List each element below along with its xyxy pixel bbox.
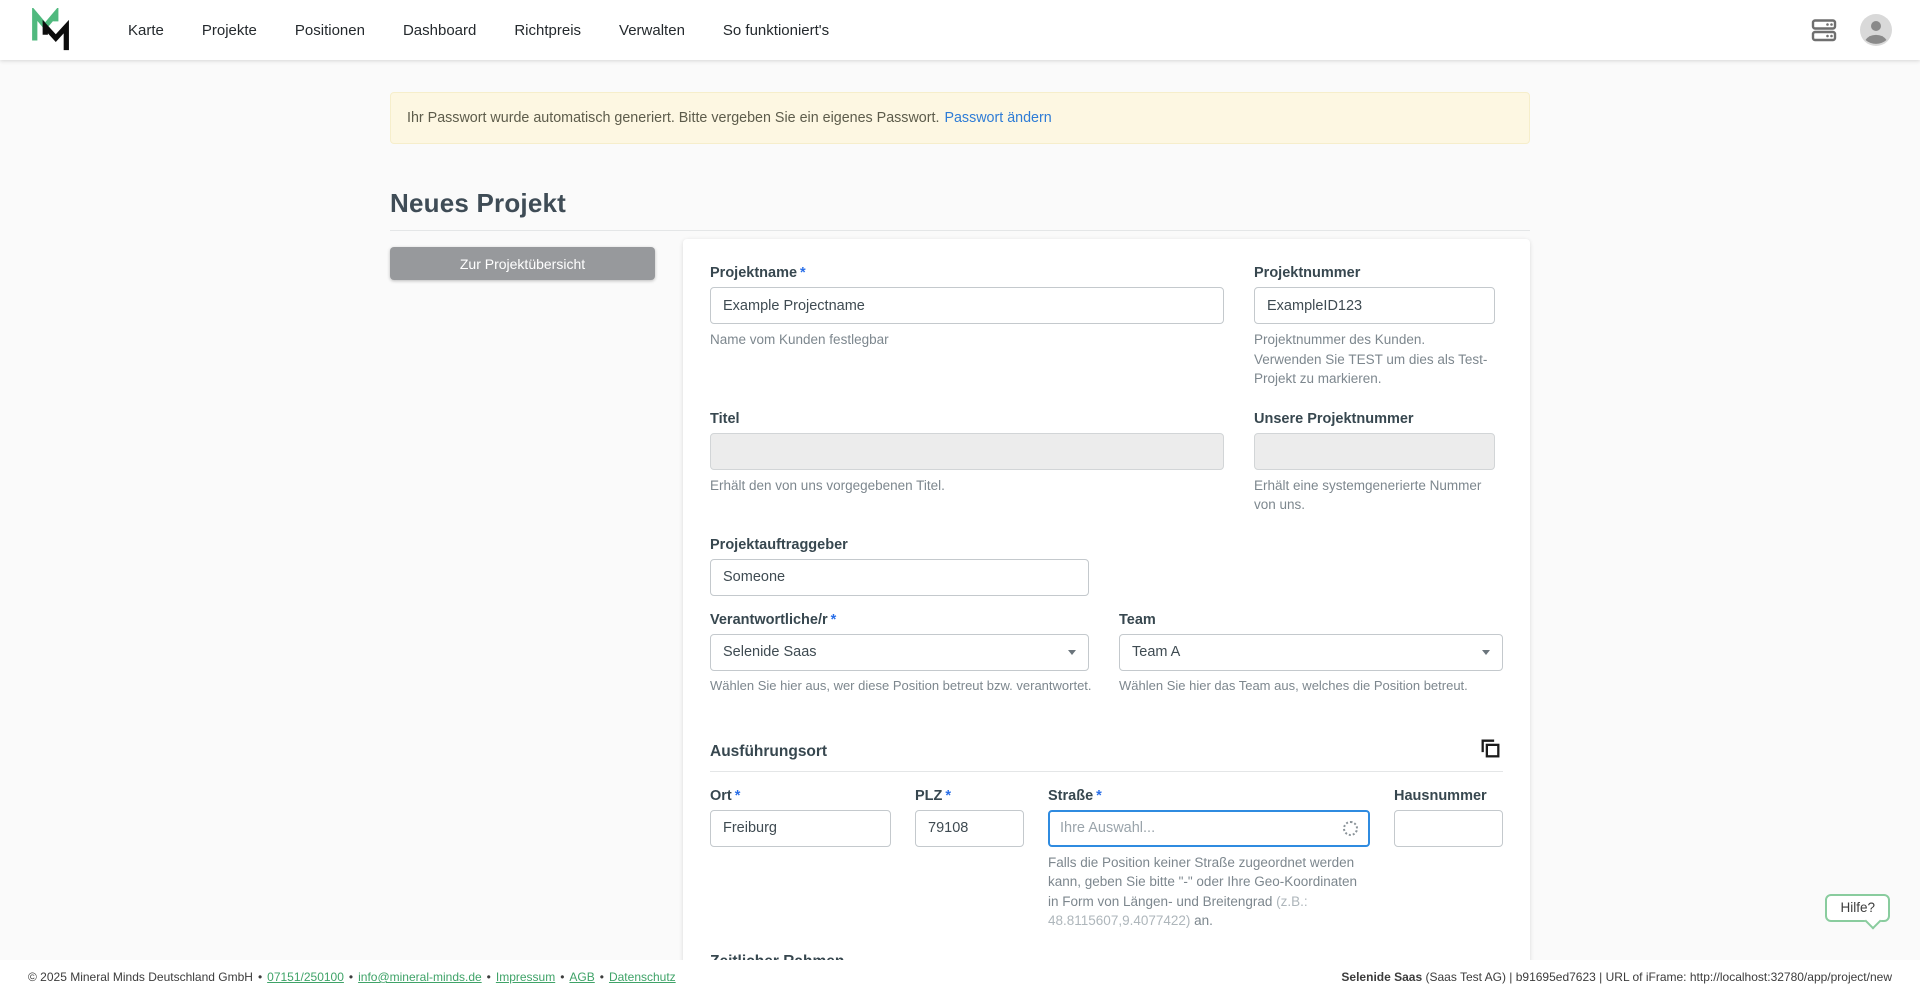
projektnummer-label: Projektnummer [1254, 265, 1495, 281]
copy-address-button[interactable] [1478, 736, 1503, 761]
password-warning-banner: Ihr Passwort wurde automatisch generiert… [390, 92, 1530, 144]
left-column: Zur Projektübersicht [390, 239, 655, 280]
app-logo[interactable] [28, 7, 80, 53]
page-title: Neues Projekt [390, 188, 1530, 231]
impressum-link[interactable]: Impressum [496, 970, 555, 984]
section-divider [710, 771, 1503, 772]
nav-item-projekte[interactable]: Projekte [202, 22, 257, 39]
phone-link[interactable]: 07151/250100 [267, 970, 344, 984]
navbar-actions [1810, 14, 1892, 46]
agb-link[interactable]: AGB [569, 970, 594, 984]
loading-spinner-icon [1343, 821, 1358, 836]
back-to-project-overview-button[interactable]: Zur Projektübersicht [390, 247, 655, 280]
required-asterisk: * [735, 788, 741, 804]
help-button[interactable]: Hilfe? [1825, 894, 1890, 922]
team-field: Team Team A Wählen Sie hier das Team aus… [1119, 612, 1503, 696]
strasse-field: Straße* Falls die Position keiner Straße… [1048, 788, 1370, 931]
projektauftraggeber-label: Projektauftraggeber [710, 537, 1089, 553]
required-asterisk: * [1096, 788, 1102, 804]
banner-message: Ihr Passwort wurde automatisch generiert… [407, 110, 939, 126]
projektauftraggeber-field: Projektauftraggeber [710, 537, 1089, 596]
nav-item-karte[interactable]: Karte [128, 22, 164, 39]
datenschutz-link[interactable]: Datenschutz [609, 970, 676, 984]
verantwortlicher-select[interactable]: Selenide Saas [710, 634, 1089, 671]
team-helper: Wählen Sie hier das Team aus, welches di… [1119, 677, 1503, 696]
projektnummer-field: Projektnummer Projektnummer des Kunden. … [1254, 265, 1495, 389]
ort-field: Ort* [710, 788, 891, 847]
verantwortlicher-label: Verantwortliche/r* [710, 612, 1089, 628]
titel-label: Titel [710, 411, 1224, 427]
projektnummer-input[interactable] [1254, 287, 1495, 324]
hausnummer-label: Hausnummer [1394, 788, 1503, 804]
footer-company-info: © 2025 Mineral Minds Deutschland GmbH • … [28, 970, 676, 984]
verantwortlicher-field: Verantwortliche/r* Selenide Saas Wählen … [710, 612, 1089, 696]
strasse-input[interactable] [1060, 820, 1337, 836]
hausnummer-field: Hausnummer [1394, 788, 1503, 847]
project-form-card: Projektname* Name vom Kunden festlegbar … [683, 239, 1530, 960]
help-label: Hilfe? [1840, 900, 1875, 915]
required-asterisk: * [831, 612, 837, 628]
plz-input[interactable] [915, 810, 1024, 847]
session-user: Selenide Saas [1341, 970, 1422, 984]
chevron-down-icon [1482, 650, 1490, 655]
projektname-field: Projektname* Name vom Kunden festlegbar [710, 265, 1224, 350]
nav-item-so-funktionierts[interactable]: So funktioniert's [723, 22, 829, 39]
strasse-label: Straße* [1048, 788, 1370, 804]
session-info: Selenide Saas (Saas Test AG) | b91695ed7… [1341, 970, 1892, 984]
team-label: Team [1119, 612, 1503, 628]
copy-icon [1478, 736, 1503, 761]
unsere-projektnummer-input [1254, 433, 1495, 470]
projektnummer-helper: Projektnummer des Kunden. Verwenden Sie … [1254, 330, 1495, 389]
projektname-input[interactable] [710, 287, 1224, 324]
titel-field: Titel Erhält den von uns vorgegebenen Ti… [710, 411, 1224, 496]
copyright-text: © 2025 Mineral Minds Deutschland GmbH [28, 970, 253, 984]
change-password-link[interactable]: Passwort ändern [944, 110, 1051, 126]
hausnummer-input[interactable] [1394, 810, 1503, 847]
projektname-label: Projektname* [710, 265, 1224, 281]
email-link[interactable]: info@mineral-minds.de [358, 970, 482, 984]
user-avatar-button[interactable] [1860, 14, 1892, 46]
verantwortlicher-helper: Wählen Sie hier aus, wer diese Position … [710, 677, 1089, 696]
nav-item-richtpreis[interactable]: Richtpreis [514, 22, 581, 39]
ort-label: Ort* [710, 788, 891, 804]
plz-label: PLZ* [915, 788, 1024, 804]
unsere-projektnummer-helper: Erhält eine systemgenerierte Nummer von … [1254, 476, 1495, 515]
plz-field: PLZ* [915, 788, 1024, 847]
session-details: (Saas Test AG) | b91695ed7623 | URL of i… [1422, 970, 1892, 984]
titel-helper: Erhält den von uns vorgegebenen Titel. [710, 476, 1224, 496]
required-asterisk: * [800, 265, 806, 281]
section-title-zeitlicher-rahmen: Zeitlicher Rahmen [710, 953, 844, 960]
titel-input [710, 433, 1224, 470]
page-content: Ihr Passwort wurde automatisch generiert… [0, 60, 1920, 960]
strasse-input-focused [1048, 810, 1370, 847]
team-select[interactable]: Team A [1119, 634, 1503, 671]
page-footer: © 2025 Mineral Minds Deutschland GmbH • … [0, 960, 1920, 994]
server-status-button[interactable] [1810, 16, 1838, 44]
server-icon [1810, 16, 1838, 44]
nav-item-verwalten[interactable]: Verwalten [619, 22, 685, 39]
required-asterisk: * [945, 788, 951, 804]
top-navbar: Karte Projekte Positionen Dashboard Rich… [0, 0, 1920, 60]
main-nav: Karte Projekte Positionen Dashboard Rich… [128, 22, 829, 39]
ort-input[interactable] [710, 810, 891, 847]
projektauftraggeber-input[interactable] [710, 559, 1089, 596]
logo-icon [28, 8, 74, 52]
projektname-helper: Name vom Kunden festlegbar [710, 330, 1224, 350]
chevron-down-icon [1068, 650, 1076, 655]
section-title-ausfuehrungsort: Ausführungsort [710, 743, 827, 761]
nav-item-positionen[interactable]: Positionen [295, 22, 365, 39]
unsere-projektnummer-field: Unsere Projektnummer Erhält eine systemg… [1254, 411, 1495, 515]
nav-item-dashboard[interactable]: Dashboard [403, 22, 476, 39]
strasse-helper: Falls die Position keiner Straße zugeord… [1048, 853, 1370, 931]
unsere-projektnummer-label: Unsere Projektnummer [1254, 411, 1495, 427]
avatar-icon [1860, 14, 1892, 46]
